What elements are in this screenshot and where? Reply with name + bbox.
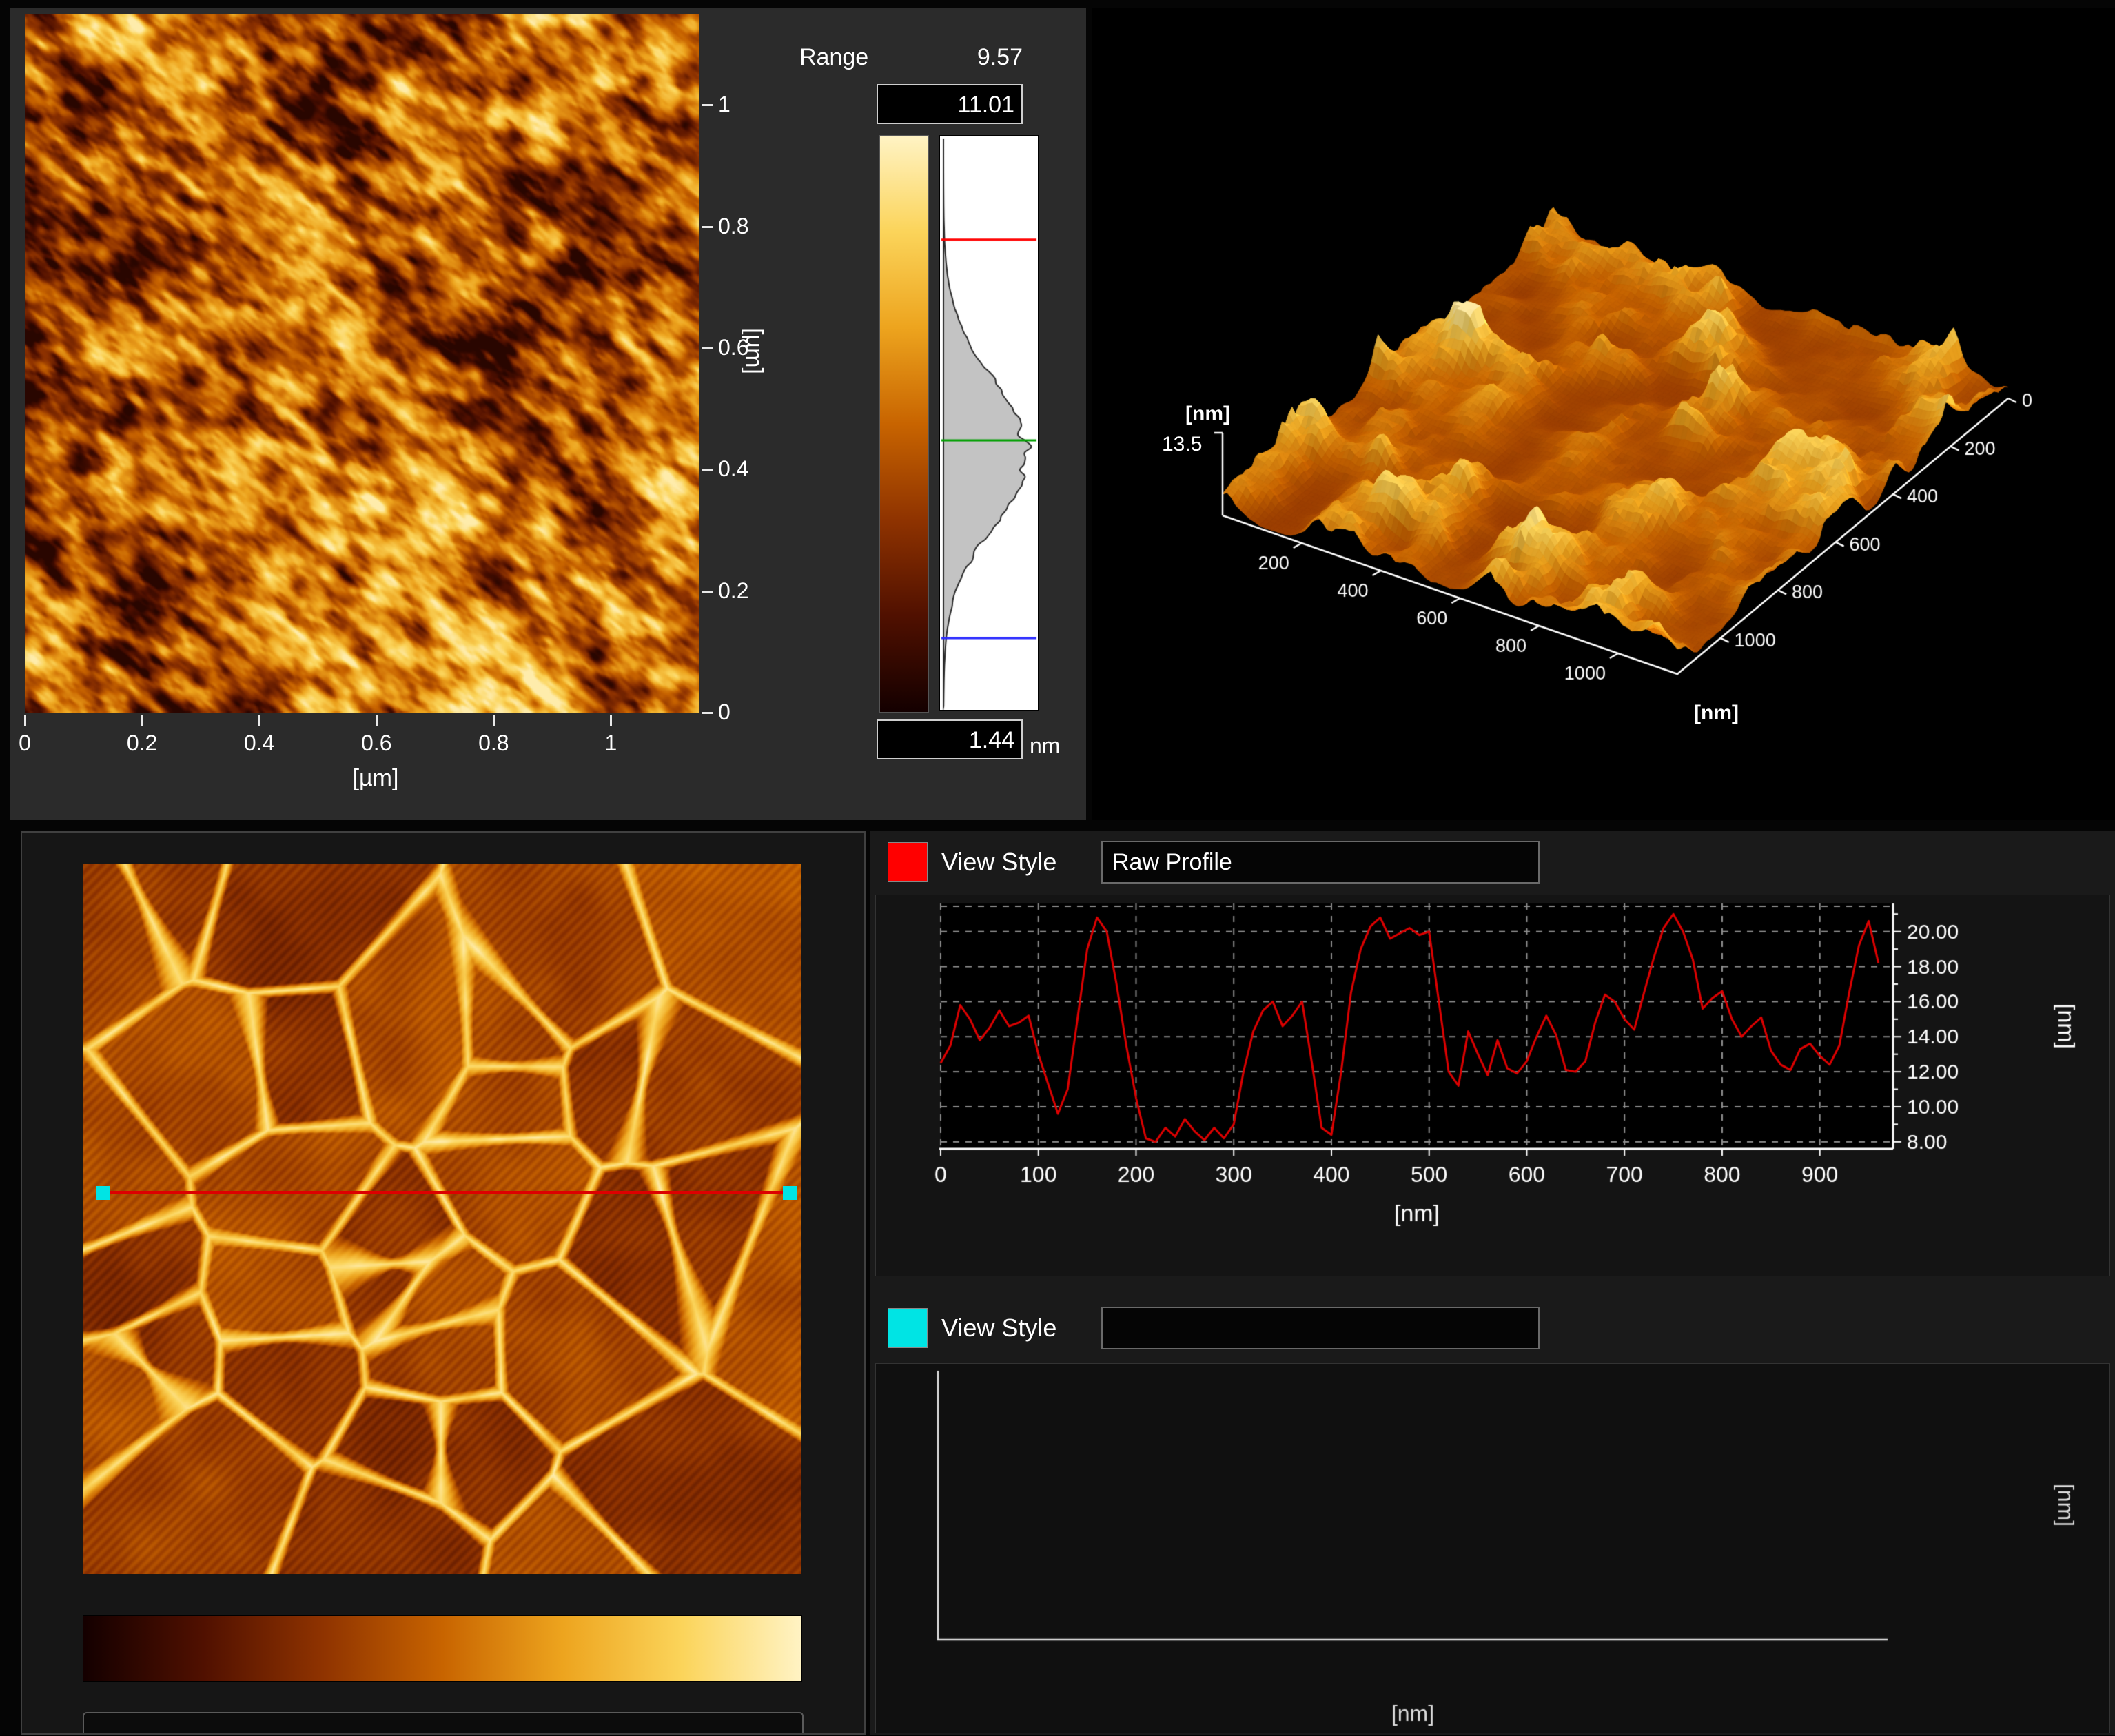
x-axis-tick-label: 1 <box>583 731 638 756</box>
topography-panel: [µm] [µm] Range 9.57 11.01 1.44 nm 00.20… <box>10 8 1086 820</box>
profile1-chart-canvas[interactable] <box>876 895 2109 1276</box>
profile1-color-swatch[interactable] <box>888 842 928 882</box>
x-axis-tick <box>258 715 260 726</box>
profile-line[interactable] <box>106 1191 793 1194</box>
surface-3d-view[interactable] <box>1092 8 2115 820</box>
profile2-color-swatch[interactable] <box>888 1308 928 1348</box>
x-axis-tick <box>376 715 378 726</box>
y-axis-tick-label: 0 <box>718 699 780 725</box>
color-scale-bar[interactable] <box>879 135 929 713</box>
scale-unit-label: nm <box>1030 733 1060 759</box>
profile2-view-style-label: View Style <box>941 1314 1056 1342</box>
profile2-style-input[interactable] <box>1101 1307 1540 1349</box>
y-axis-tick-label: 0.8 <box>718 214 780 239</box>
x-axis-tick <box>493 715 495 726</box>
height-histogram <box>939 135 1039 711</box>
y-axis-tick <box>702 591 713 593</box>
y-axis-tick <box>702 347 713 349</box>
x-axis-tick-label: 0.8 <box>466 731 521 756</box>
surface-3d-panel: [nm] 13.5 [nm] <box>1092 8 2115 820</box>
x-axis-tick <box>24 715 26 726</box>
x-axis-tick-label: 0.2 <box>114 731 170 756</box>
profile-handle-right[interactable] <box>783 1186 797 1200</box>
range-value: 9.57 <box>919 44 1023 71</box>
profile2-chart <box>875 1363 2110 1733</box>
y-axis-tick <box>702 226 713 228</box>
z-axis-max-value: 13.5 <box>1162 433 1202 456</box>
range-label: Range <box>799 44 868 71</box>
profile-source-image[interactable] <box>83 864 801 1574</box>
x-axis-tick <box>610 715 612 726</box>
y-axis-tick <box>702 104 713 106</box>
x-axis-tick-label: 0 <box>0 731 52 756</box>
x-axis-tick-label: 0.6 <box>349 731 404 756</box>
y-axis-tick-label: 0.4 <box>718 456 780 482</box>
profile2-chart-canvas[interactable] <box>876 1364 2109 1733</box>
profiles-panel: View Style View Style <box>870 831 2115 1735</box>
scale-max-value: 11.01 <box>957 92 1014 118</box>
z-axis-unit-label: [nm] <box>1185 402 1230 426</box>
scale-min-value: 1.44 <box>969 727 1014 753</box>
info-box[interactable] <box>83 1712 804 1735</box>
profile-handle-left[interactable] <box>96 1186 110 1200</box>
scale-max-input[interactable]: 11.01 <box>877 84 1023 124</box>
color-gradient-bar[interactable] <box>83 1615 802 1682</box>
afm-analysis-window: [µm] [µm] Range 9.57 11.01 1.44 nm 00.20… <box>0 0 2115 1735</box>
x-axis-tick-label: 0.4 <box>232 731 287 756</box>
scale-min-input[interactable]: 1.44 <box>877 719 1023 759</box>
y-axis-tick-label: 0.6 <box>718 335 780 360</box>
profile1-view-style-label: View Style <box>941 848 1056 877</box>
topography-image[interactable] <box>25 14 699 713</box>
topography-x-axis-label: [µm] <box>320 765 431 792</box>
profile1-chart <box>875 895 2110 1276</box>
y-axis-tick <box>702 469 713 471</box>
height-histogram-canvas <box>940 136 1038 710</box>
profile1-style-input[interactable] <box>1101 841 1540 884</box>
y-axis-tick-label: 1 <box>718 92 780 117</box>
profile-image-panel <box>21 831 866 1735</box>
surface-3d-axis-unit-label: [nm] <box>1694 702 1739 725</box>
x-axis-tick <box>141 715 143 726</box>
y-axis-tick-label: 0.2 <box>718 578 780 604</box>
y-axis-tick <box>702 712 713 714</box>
